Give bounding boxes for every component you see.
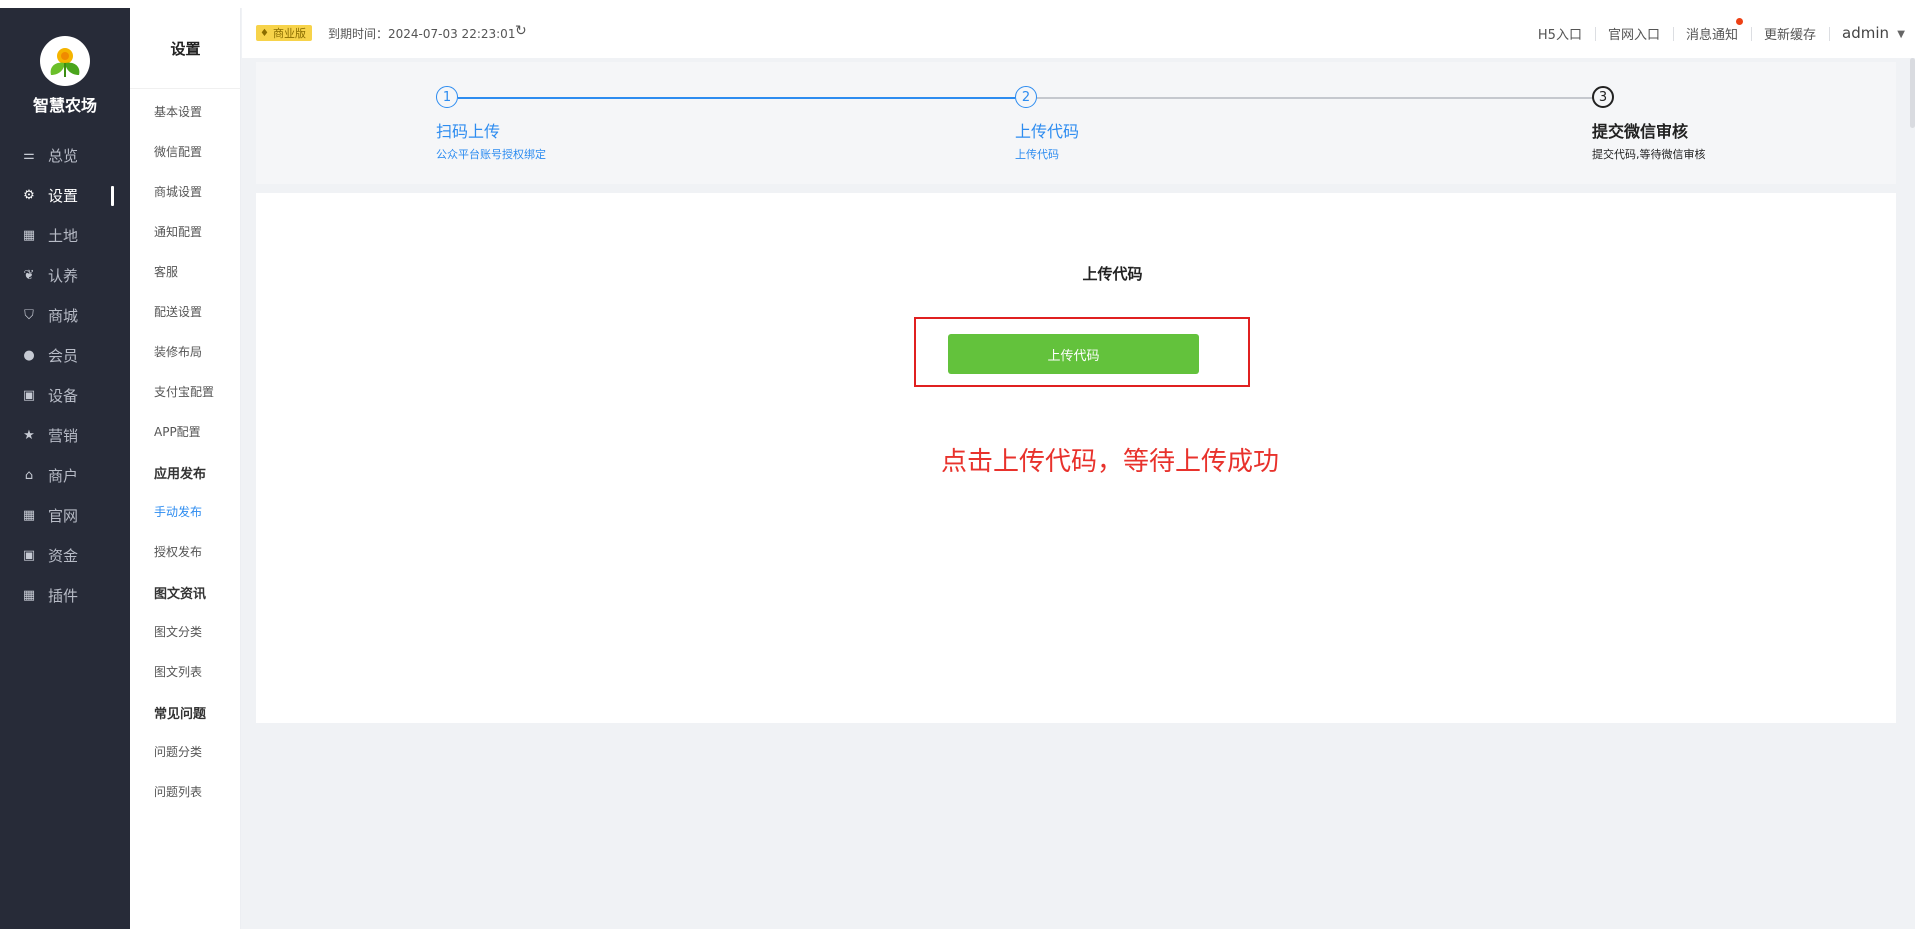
page-scrollbar[interactable] bbox=[1910, 58, 1915, 128]
step-1-number: 1 bbox=[436, 86, 458, 108]
notifications-link[interactable]: 消息通知 bbox=[1672, 17, 1751, 43]
step-connector-1 bbox=[458, 97, 1015, 99]
website-entry-link[interactable]: 官网入口 bbox=[1594, 24, 1673, 43]
submenu-item[interactable]: 手动发布 bbox=[154, 503, 202, 520]
sliders-icon: ⚌ bbox=[23, 147, 35, 163]
nav-item-8[interactable]: ⌂ 商户 bbox=[0, 455, 130, 495]
active-indicator bbox=[111, 186, 114, 206]
submenu-item[interactable]: 支付宝配置 bbox=[154, 383, 214, 400]
nav-item-4[interactable]: ⛉ 商城 bbox=[0, 295, 130, 335]
nav-item-label: 设置 bbox=[48, 186, 79, 205]
submenu-group-heading: 常见问题 bbox=[154, 707, 207, 722]
grid-icon: ▦ bbox=[22, 587, 36, 603]
expiry-time: 到期时间：2024-07-03 22:23:01 bbox=[328, 27, 516, 41]
nav-item-10[interactable]: ▣ 资金 bbox=[0, 535, 130, 575]
submenu-item[interactable]: 商城设置 bbox=[154, 183, 202, 200]
submenu-group-heading: 应用发布 bbox=[154, 467, 207, 482]
nav-item-label: 营销 bbox=[48, 426, 79, 445]
step-3-desc: 提交代码,等待微信审核 bbox=[1592, 148, 1706, 161]
step-2-title: 上传代码 bbox=[1015, 122, 1080, 141]
nav-item-9[interactable]: ▦ 官网 bbox=[0, 495, 130, 535]
refresh-icon[interactable]: ↻ bbox=[515, 23, 527, 39]
submenu-item[interactable]: 图文列表 bbox=[154, 663, 202, 680]
step-2-desc: 上传代码 bbox=[1015, 148, 1059, 161]
nav-item-label: 会员 bbox=[48, 346, 79, 365]
nav-item-0[interactable]: ⚌ 总览 bbox=[0, 135, 130, 175]
nav-item-label: 设备 bbox=[48, 386, 79, 405]
h5-entry-link[interactable]: H5入口 bbox=[1525, 24, 1595, 43]
submenu-item[interactable]: 通知配置 bbox=[154, 223, 202, 240]
upload-card: 上传代码 上传代码 点击上传代码，等待上传成功 bbox=[256, 193, 1896, 723]
top-header: ♦ 商业版 到期时间：2024-07-03 22:23:01 ↻ H5入口 官网… bbox=[242, 8, 1915, 58]
nav-item-label: 土地 bbox=[48, 226, 79, 245]
step-1-title: 扫码上传 bbox=[436, 122, 501, 141]
username: admin bbox=[1842, 24, 1889, 42]
top-strip bbox=[0, 0, 1915, 8]
submenu-item[interactable]: 装修布局 bbox=[154, 343, 202, 360]
gear-icon: ⚙ bbox=[23, 187, 35, 203]
divider bbox=[130, 88, 241, 89]
submenu-group-heading: 图文资讯 bbox=[154, 587, 207, 602]
nav-item-7[interactable]: ★ 营销 bbox=[0, 415, 130, 455]
nav-item-2[interactable]: ▦ 土地 bbox=[0, 215, 130, 255]
main-sidebar: 智慧农场 ⚌ 总览 ⚙ 设置 ▦ 土地 ❦ 认养 ⛉ 商城 ● 会员 ▣ 设备 ★ 营销 ⌂ 商户 ▦ 官网 ▣ 资金 ▦ 插… bbox=[0, 8, 130, 929]
nav-item-label: 插件 bbox=[48, 586, 79, 605]
logo bbox=[40, 36, 90, 86]
step-3-number: 3 bbox=[1592, 86, 1614, 108]
submenu-item[interactable]: 图文分类 bbox=[154, 623, 202, 640]
refresh-cache-link[interactable]: 更新缓存 bbox=[1750, 24, 1829, 43]
user-icon: ● bbox=[23, 347, 35, 363]
submenu-item[interactable]: 基本设置 bbox=[154, 103, 202, 120]
nav-item-11[interactable]: ▦ 插件 bbox=[0, 575, 130, 615]
publish-steps: 1 扫码上传 公众平台账号授权绑定 2 上传代码 上传代码 3 提交微信审核 提… bbox=[256, 62, 1896, 184]
nav-item-label: 商城 bbox=[48, 306, 79, 325]
submenu-item[interactable]: 问题列表 bbox=[154, 783, 202, 800]
card-title: 上传代码 bbox=[1082, 265, 1143, 283]
instruction-note: 点击上传代码，等待上传成功 bbox=[940, 447, 1279, 477]
step-connector-2 bbox=[1037, 97, 1594, 99]
step-3-title: 提交微信审核 bbox=[1592, 122, 1689, 141]
caret-down-icon: ▼ bbox=[1897, 29, 1905, 40]
submenu-item[interactable]: 问题分类 bbox=[154, 743, 202, 760]
nav-item-label: 资金 bbox=[48, 546, 79, 565]
nav-item-5[interactable]: ● 会员 bbox=[0, 335, 130, 375]
camera-icon: ▣ bbox=[22, 387, 36, 403]
notification-dot bbox=[1735, 17, 1743, 25]
edition-label: 商业版 bbox=[272, 27, 306, 40]
settings-submenu: 设置 基本设置微信配置商城设置通知配置客服配送设置装修布局支付宝配置 APP配置应… bbox=[130, 8, 241, 929]
step-2-number: 2 bbox=[1015, 86, 1037, 108]
submenu-item[interactable]: 微信配置 bbox=[154, 143, 202, 160]
notifications-label: 消息通知 bbox=[1685, 27, 1738, 43]
edition-badge: ♦ 商业版 bbox=[256, 25, 312, 41]
submenu-item[interactable]: 客服 bbox=[154, 263, 178, 280]
nav-item-label: 总览 bbox=[48, 146, 79, 165]
submenu-item[interactable]: 配送设置 bbox=[154, 303, 202, 320]
grid-icon: ▦ bbox=[22, 507, 36, 523]
sunflower-logo-icon bbox=[50, 48, 80, 77]
nav-item-3[interactable]: ❦ 认养 bbox=[0, 255, 130, 295]
nav-item-label: 认养 bbox=[48, 266, 79, 285]
money-icon: ▣ bbox=[22, 547, 36, 563]
nav-item-label: 官网 bbox=[48, 506, 79, 525]
submenu-item[interactable]: APP配置 bbox=[154, 423, 201, 440]
upload-code-button[interactable]: 上传代码 bbox=[948, 334, 1199, 374]
diamond-icon: ♦ bbox=[260, 27, 269, 39]
grid-icon: ▦ bbox=[22, 227, 36, 243]
bag-icon: ⛉ bbox=[24, 307, 34, 323]
submenu-item[interactable]: 授权发布 bbox=[154, 543, 202, 560]
step-1-desc: 公众平台账号授权绑定 bbox=[436, 148, 546, 161]
nav-item-label: 商户 bbox=[48, 466, 79, 485]
user-menu[interactable]: admin ▼ bbox=[1829, 24, 1915, 42]
brand-name: 智慧农场 bbox=[32, 96, 97, 115]
nav-item-1[interactable]: ⚙ 设置 bbox=[0, 175, 130, 215]
store-icon: ⌂ bbox=[24, 467, 34, 483]
nav-item-6[interactable]: ▣ 设备 bbox=[0, 375, 130, 415]
submenu-title: 设置 bbox=[170, 40, 201, 58]
plant-icon: ❦ bbox=[23, 267, 35, 283]
star-icon: ★ bbox=[23, 427, 35, 443]
header-links: H5入口 官网入口 消息通知 更新缓存 admin ▼ bbox=[1525, 8, 1915, 58]
